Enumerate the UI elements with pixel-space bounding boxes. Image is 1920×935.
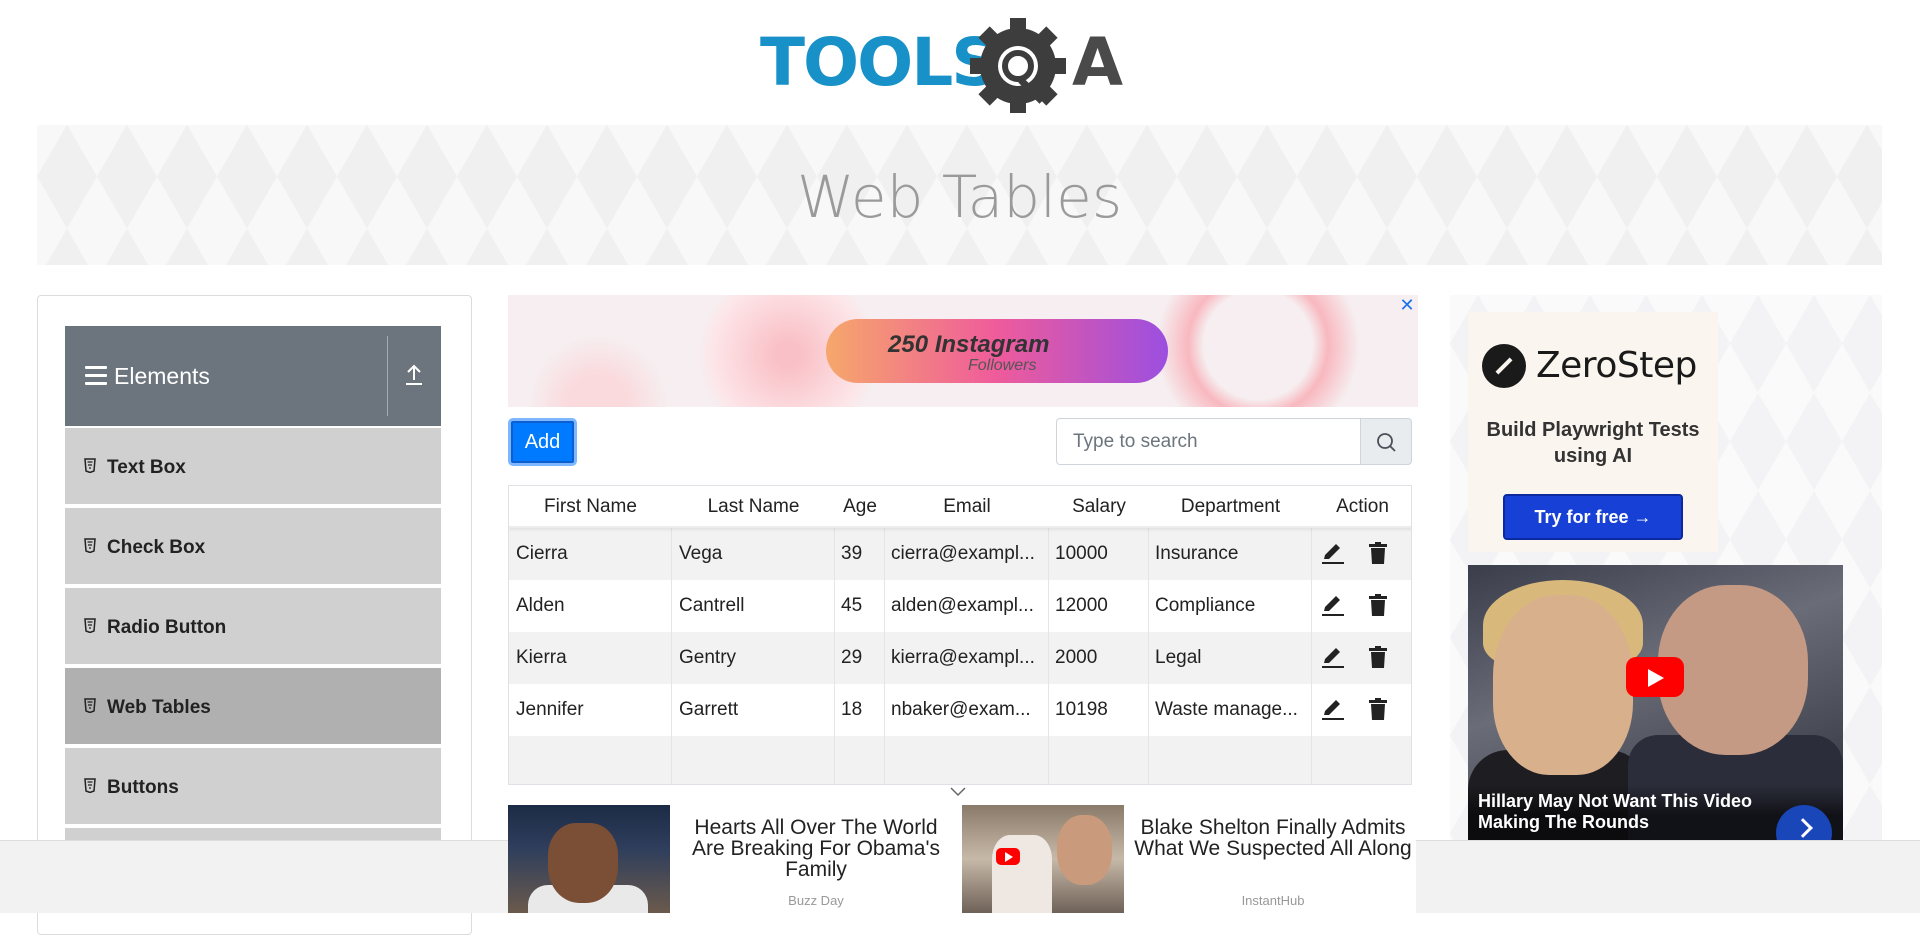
ad-tagline: Build Playwright Tests using AI bbox=[1486, 419, 1700, 467]
column-divider bbox=[509, 486, 672, 784]
play-icon[interactable] bbox=[1626, 657, 1684, 697]
html5-icon bbox=[84, 698, 96, 713]
column-divider bbox=[1149, 486, 1312, 784]
page-title: Web Tables bbox=[796, 163, 1123, 231]
pencil-icon[interactable] bbox=[1319, 696, 1345, 722]
sidebar-item-radio-button[interactable]: Radio Button bbox=[65, 588, 441, 665]
close-icon[interactable]: ✕ bbox=[1398, 296, 1416, 314]
search-button[interactable] bbox=[1360, 418, 1412, 465]
sidebar-item-label: Radio Button bbox=[107, 617, 227, 638]
sidebar-item-buttons[interactable]: Buttons bbox=[65, 748, 441, 825]
ad-subtext: Followers bbox=[968, 357, 1037, 374]
pencil-icon[interactable] bbox=[1319, 540, 1345, 566]
html5-icon bbox=[84, 458, 96, 473]
search-input[interactable]: Type to search bbox=[1056, 418, 1361, 465]
ad-source: InstantHub bbox=[1241, 893, 1305, 908]
column-divider bbox=[835, 486, 885, 784]
html5-icon bbox=[84, 618, 96, 633]
page-banner: Web Tables bbox=[37, 125, 1882, 265]
ad-thumbnail[interactable] bbox=[508, 805, 670, 913]
sidebar-item-web-tables[interactable]: Web Tables bbox=[65, 668, 441, 745]
sidebar-item-label: Check Box bbox=[107, 537, 206, 558]
ad-brand: ZeroStep bbox=[1536, 345, 1697, 386]
play-icon bbox=[996, 848, 1020, 865]
ad-headline[interactable]: Hearts All Over The World Are Breaking F… bbox=[676, 817, 956, 880]
html5-icon bbox=[84, 538, 96, 553]
trash-icon[interactable] bbox=[1365, 696, 1391, 722]
sidebar-item-label: Web Tables bbox=[107, 697, 211, 718]
ad-headline[interactable]: Blake Shelton Finally Admits What We Sus… bbox=[1133, 817, 1413, 859]
table-header: First Name Last Name Age Email Salary De… bbox=[509, 486, 1411, 528]
divider bbox=[387, 336, 388, 416]
column-divider bbox=[1049, 486, 1149, 784]
sidebar-item-label: Text Box bbox=[107, 457, 186, 478]
trash-icon[interactable] bbox=[1365, 644, 1391, 670]
web-table: Cierra Vega 39 cierra@exampl... 10000 In… bbox=[508, 485, 1412, 785]
trash-icon[interactable] bbox=[1365, 592, 1391, 618]
ad-source: Buzz Day bbox=[788, 893, 844, 908]
column-divider bbox=[672, 486, 835, 784]
thumbnail-shape bbox=[1057, 815, 1112, 885]
sidebar-item-text-box[interactable]: Text Box bbox=[65, 428, 441, 505]
pencil-icon[interactable] bbox=[1319, 644, 1345, 670]
thumbnail-shape bbox=[548, 823, 618, 903]
html5-icon bbox=[84, 778, 96, 793]
trash-icon[interactable] bbox=[1365, 540, 1391, 566]
sidebar-item-label: Buttons bbox=[107, 777, 179, 798]
column-header-first-name[interactable]: First Name bbox=[509, 496, 672, 518]
upload-icon[interactable] bbox=[401, 362, 427, 388]
hamburger-icon bbox=[85, 366, 107, 385]
add-button[interactable]: Add bbox=[508, 418, 577, 466]
toolsqa-logo[interactable]: TOOLS A bbox=[760, 18, 1165, 113]
chevron-down-icon[interactable] bbox=[948, 784, 968, 800]
ad-decoration bbox=[1148, 295, 1368, 407]
elements-group-header[interactable]: Elements bbox=[65, 326, 441, 426]
try-for-free-button[interactable]: Try for free → bbox=[1503, 494, 1683, 540]
video-ad[interactable]: Hillary May Not Want This Video Making T… bbox=[1468, 565, 1843, 840]
column-header-email[interactable]: Email bbox=[885, 496, 1049, 518]
top-ad-banner[interactable]: 250 Instagram Followers bbox=[508, 295, 1418, 407]
logo-text-left: TOOLS bbox=[760, 24, 997, 101]
header: TOOLS A bbox=[0, 0, 1920, 125]
zerostep-logo-icon bbox=[1482, 344, 1526, 388]
sidebar-item-check-box[interactable]: Check Box bbox=[65, 508, 441, 585]
column-header-last-name[interactable]: Last Name bbox=[672, 496, 835, 518]
column-header-department[interactable]: Department bbox=[1149, 496, 1312, 518]
logo-text-right: A bbox=[1072, 24, 1123, 101]
thumbnail-shape bbox=[992, 835, 1052, 913]
search-box: Type to search bbox=[1056, 418, 1412, 465]
pencil-icon[interactable] bbox=[1319, 592, 1345, 618]
ad-headline: 250 Instagram bbox=[888, 331, 1050, 358]
gear-icon bbox=[970, 18, 1066, 113]
ad-thumbnail[interactable] bbox=[962, 805, 1124, 913]
ad-decoration bbox=[528, 335, 668, 407]
zerostep-ad[interactable]: ZeroStep Build Playwright Tests using AI… bbox=[1468, 312, 1718, 552]
search-icon bbox=[1377, 433, 1396, 452]
group-title: Elements bbox=[114, 363, 210, 389]
column-header-age[interactable]: Age bbox=[835, 496, 885, 518]
column-header-salary[interactable]: Salary bbox=[1049, 496, 1149, 518]
video-shape bbox=[1493, 595, 1633, 775]
bottom-ad[interactable]: Hearts All Over The World Are Breaking F… bbox=[508, 805, 1416, 913]
column-divider bbox=[885, 486, 1049, 784]
video-title[interactable]: Hillary May Not Want This Video Making T… bbox=[1478, 791, 1778, 833]
column-header-action: Action bbox=[1336, 496, 1389, 517]
